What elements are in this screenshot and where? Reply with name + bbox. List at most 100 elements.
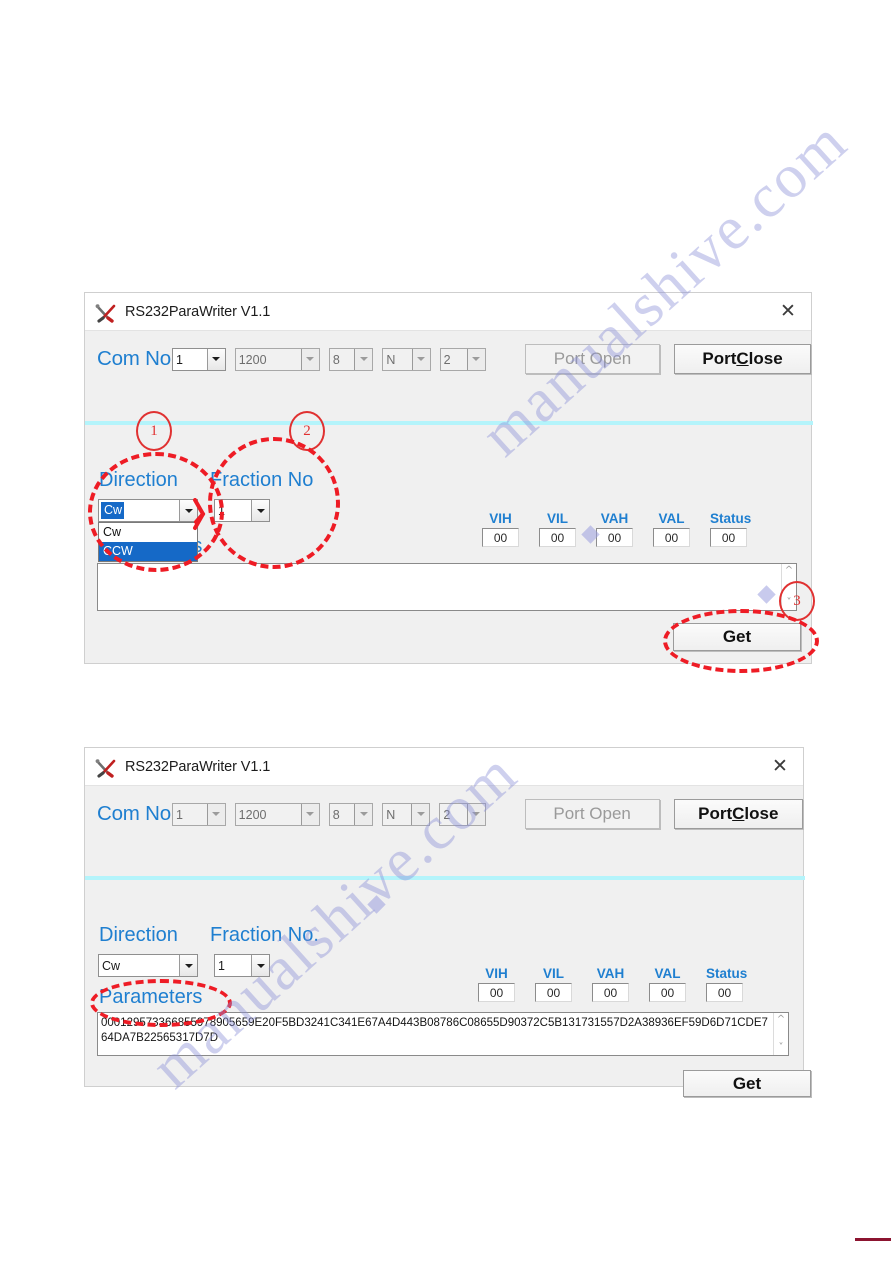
readout-label: VIH [485, 966, 508, 981]
scroll-down-icon[interactable]: ˅ [779, 1043, 784, 1053]
readout-vih: VIH 00 [478, 966, 515, 1002]
port-close-suffix: lose [744, 804, 779, 823]
readout-vah: VAH 00 [592, 966, 629, 1002]
section-divider [85, 876, 805, 880]
parity-select[interactable]: N [382, 347, 431, 371]
data-bits-select[interactable]: 8 [328, 802, 374, 826]
direction-select[interactable]: Cw [98, 499, 198, 522]
readout-label: VAL [654, 966, 681, 981]
baud-rate-select[interactable]: 1200 [234, 347, 320, 371]
direction-value: Cw [101, 502, 125, 519]
readout-label: Status [710, 511, 752, 526]
readout-label: VIL [546, 511, 568, 526]
chevron-down-icon[interactable] [354, 803, 373, 825]
direction-value: Cw [102, 959, 121, 973]
readout-val: VAL 00 [649, 966, 686, 1002]
page-bottom-rule [855, 1238, 891, 1241]
port-close-button[interactable]: Port Close [673, 799, 803, 829]
port-open-button[interactable]: Port Open [524, 799, 660, 829]
section-divider [85, 421, 813, 425]
port-close-accel: C [736, 349, 749, 368]
readout-status: Status 00 [710, 511, 751, 547]
chevron-down-icon[interactable] [179, 955, 197, 976]
port-close-prefix: Port [698, 804, 733, 823]
stop-bits-select[interactable]: 2 [439, 347, 486, 371]
chevron-down-icon[interactable] [300, 803, 319, 825]
chevron-down-icon[interactable] [411, 803, 430, 825]
textarea-scrollbar[interactable]: ^ ˅ [773, 1013, 788, 1055]
chevron-down-icon[interactable] [251, 955, 269, 976]
readout-val: VAL 00 [653, 511, 690, 547]
fraction-no-label: Fraction No. [210, 924, 319, 946]
rs232-parawriter-window-one[interactable]: RS232ParaWriter V1.1 ✕ Com No 1 1200 8 N… [84, 292, 813, 664]
readout-value: 00 [539, 528, 576, 547]
fraction-no-select[interactable]: 1 [214, 954, 270, 977]
title-bar: RS232ParaWriter V1.1 ✕ [85, 293, 811, 331]
close-icon[interactable]: ✕ [775, 299, 801, 325]
com-port-select[interactable]: 1 [171, 347, 226, 371]
connection-toolbar: Com No 1 1200 8 N 2 Port Open Port Close [85, 786, 803, 842]
fraction-no-value: 1 [218, 504, 225, 518]
readout-value: 00 [535, 983, 572, 1002]
port-close-suffix: lose [748, 349, 783, 368]
textarea-scrollbar[interactable]: ^ ˅ [781, 564, 796, 610]
parity-select[interactable]: N [382, 802, 431, 826]
chevron-down-icon[interactable] [206, 348, 225, 370]
readout-label: VIL [542, 966, 564, 981]
direction-option-ccw[interactable]: CCW [99, 542, 197, 561]
readout-label: VAH [600, 511, 629, 526]
readout-value: 00 [596, 528, 633, 547]
chevron-down-icon[interactable] [206, 803, 225, 825]
readout-value: 00 [653, 528, 690, 547]
stop-bits-value: 2 [443, 352, 451, 367]
port-close-accel: C [732, 804, 745, 823]
chevron-down-icon[interactable] [179, 500, 197, 521]
fraction-no-select[interactable]: 1 [214, 499, 270, 522]
get-button[interactable]: Get [683, 1070, 811, 1097]
direction-option-cw[interactable]: Cw [99, 523, 197, 542]
readout-value: 00 [649, 983, 686, 1002]
chevron-down-icon[interactable] [466, 348, 485, 370]
close-icon[interactable]: ✕ [767, 754, 793, 780]
baud-rate-value: 1200 [238, 352, 267, 367]
com-port-value: 1 [175, 352, 183, 367]
parameters-text [98, 564, 781, 610]
parity-value: N [386, 807, 396, 822]
data-bits-value: 8 [332, 352, 340, 367]
com-port-value: 1 [175, 807, 183, 822]
rs232-parawriter-window-two[interactable]: RS232ParaWriter V1.1 ✕ Com No 1 1200 8 N… [84, 747, 811, 1097]
chevron-down-icon[interactable] [251, 500, 269, 521]
scroll-up-icon[interactable]: ^ [785, 566, 793, 576]
readout-value: 00 [478, 983, 515, 1002]
stop-bits-value: 2 [443, 807, 451, 822]
readout-value: 00 [482, 528, 519, 547]
get-button[interactable]: Get [673, 623, 801, 651]
stop-bits-select[interactable]: 2 [439, 802, 486, 826]
readout-vih: VIH 00 [482, 511, 519, 547]
readout-vil: VIL 00 [539, 511, 576, 547]
chevron-down-icon[interactable] [466, 803, 485, 825]
port-close-button[interactable]: Port Close [674, 344, 811, 374]
direction-label: Direction [99, 469, 178, 491]
readout-value: 00 [710, 528, 747, 547]
baud-rate-value: 1200 [238, 807, 267, 822]
parameters-textarea[interactable]: ^ ˅ [97, 563, 797, 611]
com-port-select[interactable]: 1 [171, 802, 226, 826]
fraction-no-label: Fraction No [210, 469, 314, 491]
baud-rate-select[interactable]: 1200 [234, 802, 320, 826]
data-bits-select[interactable]: 8 [328, 347, 374, 371]
chevron-down-icon[interactable] [411, 348, 430, 370]
port-open-button[interactable]: Port Open [524, 344, 661, 374]
fraction-no-value: 1 [218, 959, 225, 973]
direction-select[interactable]: Cw [98, 954, 198, 977]
readout-vah: VAH 00 [596, 511, 633, 547]
direction-dropdown-list[interactable]: Cw CCW [98, 522, 198, 562]
direction-label: Direction [99, 924, 178, 946]
parameters-textarea[interactable]: 000129573366855978905659E20F5BD3241C341E… [97, 1012, 789, 1056]
connection-toolbar: Com No 1 1200 8 N 2 Port Open Port Close [85, 331, 811, 387]
chevron-down-icon[interactable] [354, 348, 373, 370]
scroll-down-icon[interactable]: ˅ [787, 598, 792, 608]
scroll-up-icon[interactable]: ^ [777, 1015, 785, 1025]
readout-value: 00 [592, 983, 629, 1002]
chevron-down-icon[interactable] [300, 348, 319, 370]
